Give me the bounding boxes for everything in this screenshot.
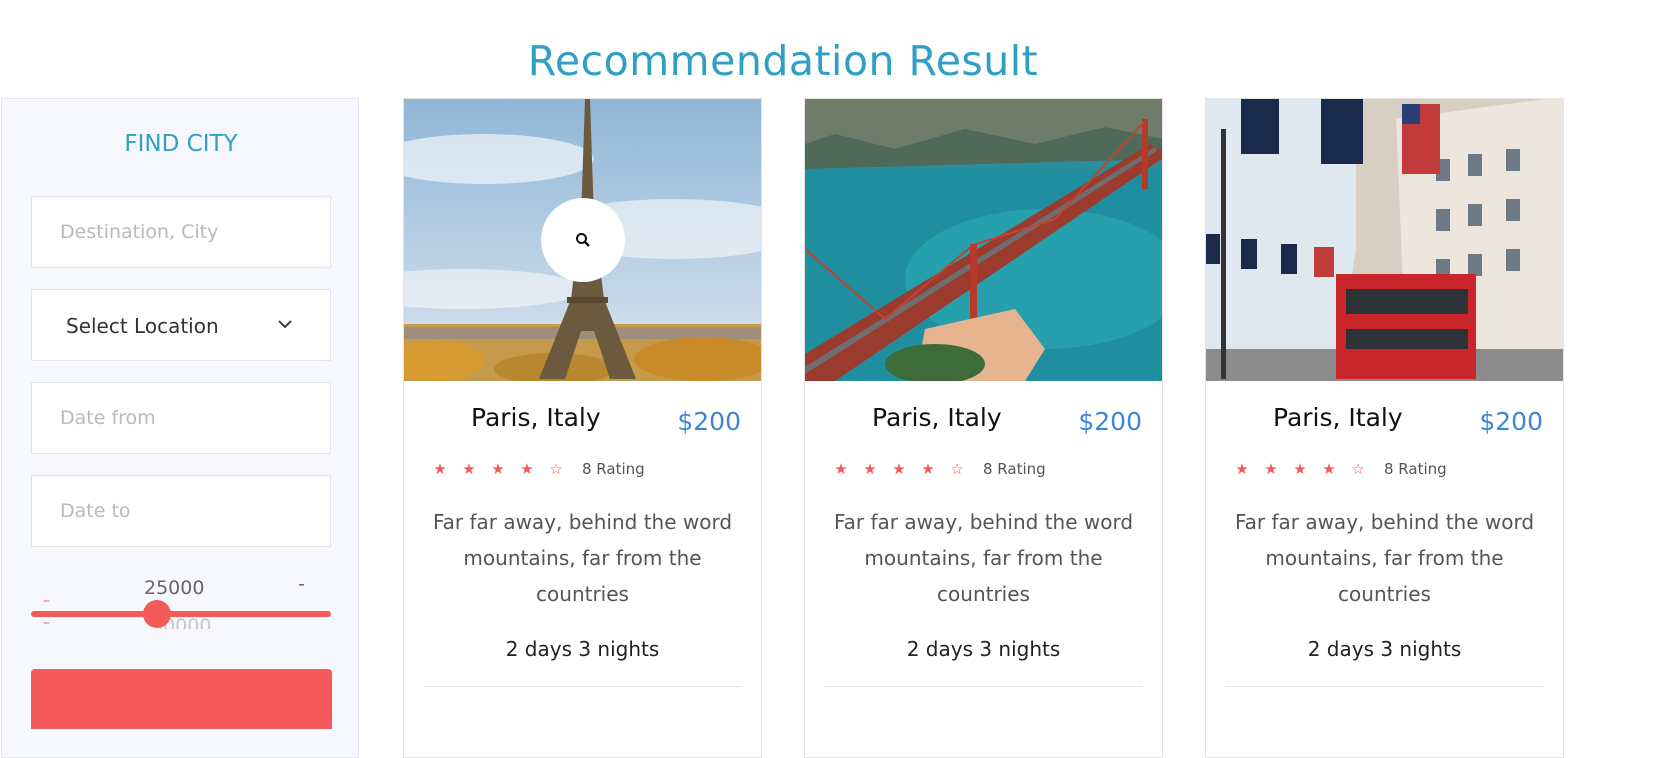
chevron-down-icon [278, 320, 292, 329]
star-filled-icon: ★ [834, 460, 848, 478]
star-filled-icon: ★ [520, 460, 534, 478]
star-empty-icon: ☆ [1351, 460, 1365, 478]
star-filled-icon: ★ [433, 460, 447, 478]
range-tick: – [43, 593, 50, 609]
card-city: Paris, Italy [471, 403, 601, 432]
date-from-input[interactable] [32, 383, 330, 453]
card-description: Far far away, behind the word mountains,… [833, 510, 1134, 606]
zoom-button[interactable] [541, 198, 625, 282]
golden-gate-bridge-photo[interactable] [805, 99, 1162, 381]
star-filled-icon: ★ [921, 460, 935, 478]
card-price: $200 [1479, 407, 1543, 436]
star-filled-icon: ★ [462, 460, 476, 478]
divider [424, 686, 741, 687]
card-duration: 2 days 3 nights [1307, 637, 1462, 661]
range-tick: – [43, 615, 50, 631]
destination-card[interactable]: Paris, Italy $200 ★ ★ ★ ★ ☆ 8 Rating Far far… [804, 98, 1163, 758]
destination-card[interactable]: Paris, Italy $200 ★ ★ ★ ★ ☆ 8 Rating Far far… [403, 98, 762, 758]
star-rating: ★ ★ ★ ★ ☆ [432, 459, 577, 478]
star-filled-icon: ★ [1264, 460, 1278, 478]
destination-card[interactable]: Paris, Italy $200 ★ ★ ★ ★ ☆ 8 Rating Far far… [1205, 98, 1564, 758]
range-min-label: 25000 [144, 577, 205, 599]
card-city: Paris, Italy [872, 403, 1002, 432]
card-rating: 8 Rating [1384, 460, 1447, 478]
card-duration: 2 days 3 nights [505, 637, 660, 661]
date-to-field [31, 475, 331, 547]
star-filled-icon: ★ [1235, 460, 1249, 478]
star-empty-icon: ☆ [950, 460, 964, 478]
star-empty-icon: ☆ [549, 460, 563, 478]
card-rating: 8 Rating [983, 460, 1046, 478]
range-thumb[interactable] [143, 600, 171, 628]
date-to-input[interactable] [32, 476, 330, 546]
search-button[interactable] [31, 669, 332, 729]
location-select-label: Select Location [66, 314, 219, 338]
card-price: $200 [1078, 407, 1142, 436]
card-rating: 8 Rating [582, 460, 645, 478]
star-filled-icon: ★ [892, 460, 906, 478]
star-rating: ★ ★ ★ ★ ☆ [1234, 459, 1379, 478]
sidebar-title: FIND CITY [124, 131, 238, 157]
card-city: Paris, Italy [1273, 403, 1403, 432]
divider [825, 686, 1142, 687]
search-icon [576, 233, 590, 247]
divider [1226, 686, 1543, 687]
eiffel-tower-photo[interactable] [404, 99, 761, 381]
star-filled-icon: ★ [1293, 460, 1307, 478]
star-filled-icon: ★ [863, 460, 877, 478]
destination-field [31, 196, 331, 268]
star-filled-icon: ★ [1322, 460, 1336, 478]
location-select[interactable]: Select Location [31, 289, 331, 361]
destination-input[interactable] [32, 197, 330, 267]
page-title: Recommendation Result [527, 37, 1039, 86]
find-city-sidebar: FIND CITY Select Location 25000 - – – 30… [1, 98, 359, 758]
card-description: Far far away, behind the word mountains,… [1234, 510, 1535, 606]
london-street-photo[interactable] [1206, 99, 1563, 381]
card-price: $200 [677, 407, 741, 436]
card-description: Far far away, behind the word mountains,… [432, 510, 733, 606]
range-dash: - [298, 573, 305, 595]
star-rating: ★ ★ ★ ★ ☆ [833, 459, 978, 478]
date-from-field [31, 382, 331, 454]
star-filled-icon: ★ [491, 460, 505, 478]
card-duration: 2 days 3 nights [906, 637, 1061, 661]
price-range-slider[interactable]: 25000 - – – 30000 [31, 571, 331, 641]
